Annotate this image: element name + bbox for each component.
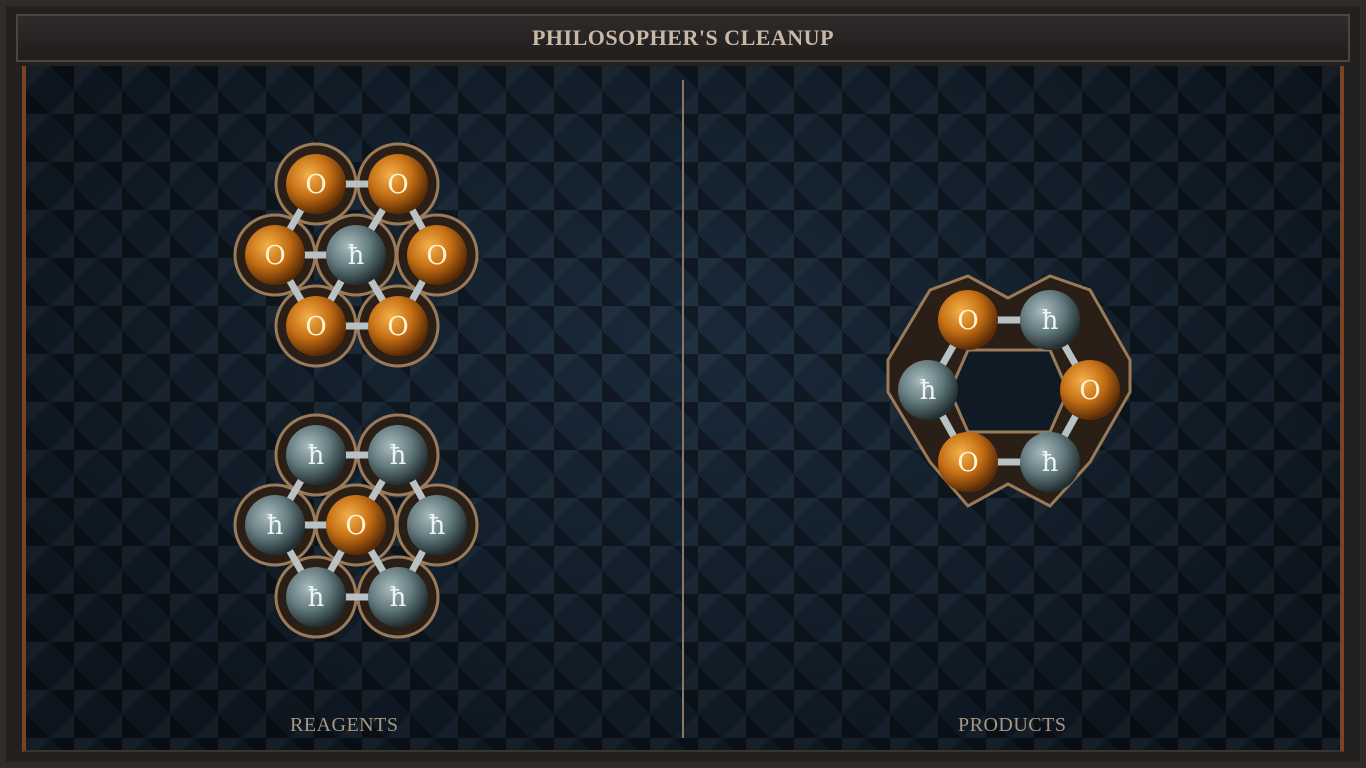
svg-text:O: O [345,511,366,541]
svg-text:ħ: ħ [1042,306,1059,336]
salt-atom: O [368,296,428,356]
svg-text:ħ: ħ [429,511,446,541]
svg-text:O: O [305,312,326,342]
svg-text:ħ: ħ [267,511,284,541]
quicksilver-atom: ħ [1020,290,1080,350]
salt-atom: O [286,154,346,214]
salt-atom: O [407,225,467,285]
quicksilver-atom: ħ [245,495,305,555]
reagent-molecule-1[interactable]: O O O ħ O O O [233,142,479,368]
salt-atom: O [245,225,305,285]
quicksilver-atom: ħ [898,360,958,420]
svg-text:ħ: ħ [390,583,407,613]
quicksilver-atom: ħ [286,567,346,627]
reagent-molecule-2[interactable]: ħ ħ ħ O ħ ħ ħ [233,413,479,639]
svg-text:ħ: ħ [1042,448,1059,478]
salt-atom: O [326,495,386,555]
svg-text:ħ: ħ [308,441,325,471]
salt-atom: O [286,296,346,356]
svg-text:O: O [1079,376,1100,406]
quicksilver-atom: ħ [286,425,346,485]
quicksilver-atom: ħ [407,495,467,555]
salt-atom: O [1060,360,1120,420]
quicksilver-atom: ħ [368,567,428,627]
quicksilver-atom: ħ [326,225,386,285]
salt-atom: O [368,154,428,214]
svg-text:O: O [305,170,326,200]
salt-atom: O [938,290,998,350]
svg-text:ħ: ħ [348,241,365,271]
reagents-label: REAGENTS [290,714,399,736]
svg-text:O: O [957,448,978,478]
svg-text:O: O [957,306,978,336]
svg-text:ħ: ħ [920,376,937,406]
product-molecule[interactable]: O ħ ħ O O ħ [886,274,1132,508]
svg-text:O: O [387,312,408,342]
quicksilver-atom: ħ [1020,432,1080,492]
svg-text:O: O [426,241,447,271]
products-label: PRODUCTS [958,714,1067,736]
svg-text:ħ: ħ [390,441,407,471]
quicksilver-atom: ħ [368,425,428,485]
svg-text:O: O [264,241,285,271]
svg-text:O: O [387,170,408,200]
ring-hole [948,348,1070,434]
svg-text:ħ: ħ [308,583,325,613]
molecule-layer: O O O ħ O O O ħ ħ ħ O ħ ħ ħ O ħ ħ O O ħ [233,142,1132,639]
salt-atom: O [938,432,998,492]
